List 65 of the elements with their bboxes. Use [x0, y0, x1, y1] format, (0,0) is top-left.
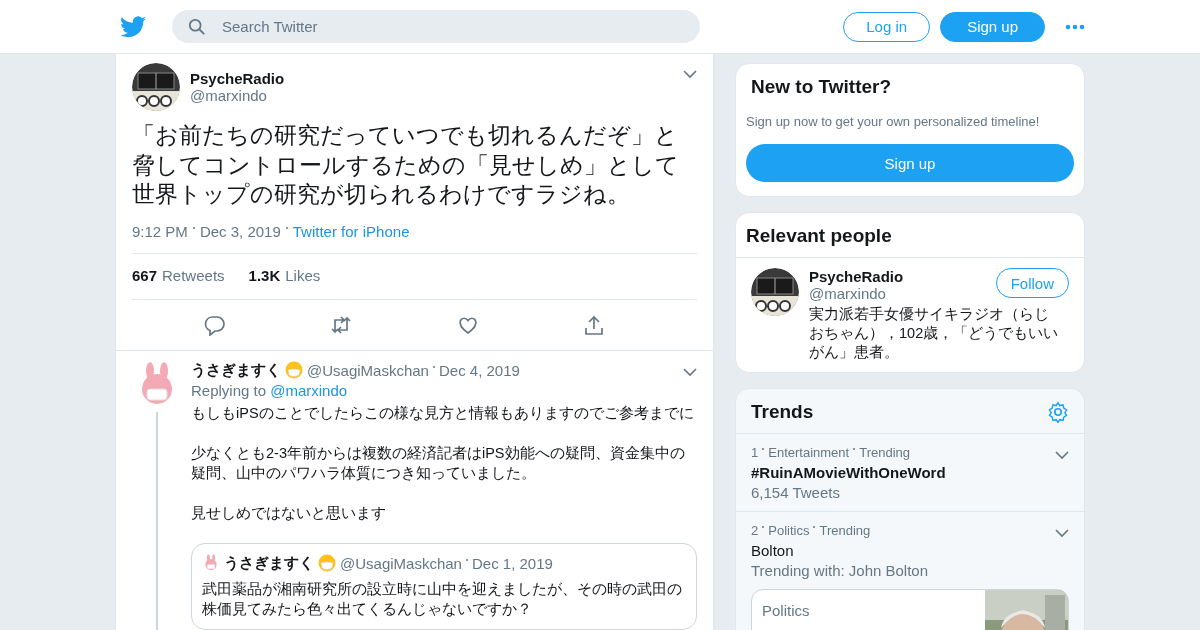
user-handle[interactable]: @marxindo: [190, 87, 683, 104]
log-in-button[interactable]: Log in: [843, 11, 931, 42]
stat-count: 1.3K: [248, 266, 281, 284]
user-handle[interactable]: @marxindo: [809, 285, 904, 302]
trend-status: Trending: [819, 522, 871, 538]
trend-rank: 1: [751, 444, 759, 460]
stat-label: Likes: [285, 266, 321, 284]
trend-detail: Trending with: John Bolton: [751, 562, 930, 579]
tweet-date: Dec 1, 2019: [471, 554, 553, 572]
share-icon[interactable]: [582, 313, 605, 336]
user-name[interactable]: PsycheRadio: [809, 268, 904, 285]
user-handle[interactable]: @UsagiMaskchan: [307, 361, 429, 379]
avatar: [132, 63, 180, 111]
source-link[interactable]: Twitter for iPhone: [292, 222, 410, 240]
sign-up-button[interactable]: Sign up: [746, 144, 1074, 182]
reply-text: 少なくとも2-3年前からは複数の経済記者はiPS効能への疑問、資金集中の疑問、山中のパワハラ体質につき知っていました。: [191, 443, 686, 483]
retweet-icon[interactable]: [330, 313, 353, 336]
replying-label: Replying to: [191, 381, 268, 399]
mask-emoji-icon: [285, 361, 303, 379]
trend-rank: 2: [751, 522, 759, 538]
card-title: Trends: [751, 401, 814, 423]
mention-link[interactable]: @marxindo: [270, 381, 348, 399]
reply-text: もしもiPSのことでしたらこの様な見方と情報もありますのでご参考までに: [191, 403, 695, 423]
trend-detail: 6,154 Tweets: [751, 484, 841, 501]
user-handle: @UsagiMaskchan: [340, 554, 462, 572]
more-icon[interactable]: [1065, 23, 1085, 30]
chevron-down-icon[interactable]: [683, 69, 697, 79]
user-name: うさぎますく: [224, 553, 314, 573]
search-icon: [188, 18, 206, 36]
avatar: [751, 268, 799, 316]
trend-category: Entertainment: [768, 444, 850, 460]
stat-count: 667: [132, 266, 158, 284]
news-category: Politics: [761, 601, 811, 621]
tweet-time: 9:12 PM: [132, 222, 188, 240]
mask-emoji-icon: [318, 554, 336, 572]
trend-status: Trending: [859, 444, 910, 460]
trend-item[interactable]: 2 Politics Trending Bolton Trending with: John Bolton Politics: [736, 512, 1084, 630]
chevron-down-icon[interactable]: [1055, 528, 1069, 538]
stat-label: Retweets: [162, 266, 225, 284]
tweet-date: Dec 4, 2019: [438, 361, 520, 379]
quoted-text: 武田薬品が湘南研究所の設立時に山中を迎えましたが、その時の武田の株価見てみたら色々出てくるんじゃないですか？: [202, 578, 683, 619]
quoted-tweet-card[interactable]: うさぎますく @UsagiMaskchan Dec 1, 2019 武田薬品が湘南研究所の設立時に山中を迎えましたが、その時の武田の株価見てみたら色々出てくるんじゃないですか？: [191, 542, 697, 630]
trend-name: Bolton: [751, 542, 795, 559]
trend-category: Politics: [768, 522, 810, 538]
reply-icon[interactable]: [204, 313, 227, 336]
follow-button[interactable]: Follow: [995, 268, 1069, 298]
user-bio: 実力派若手女優サイキラジオ（らじおちゃん），102歳，「どうでもいいがん」患者。: [809, 305, 1059, 362]
search-field[interactable]: Search Twitter: [172, 10, 700, 43]
bird-logo-icon[interactable]: [120, 15, 146, 38]
tweet-text: 「お前たちの研究だっていつでも切れるんだぞ」と脅してコントロールするための「見せしめ」として世界トップの研究が切られるわけですラジね。: [132, 122, 680, 209]
trend-news-card[interactable]: Politics: [751, 589, 1069, 630]
sign-up-button[interactable]: Sign up: [940, 11, 1045, 42]
bunny-avatar: [202, 554, 220, 572]
chevron-down-icon[interactable]: [1055, 450, 1069, 460]
user-name[interactable]: PsycheRadio: [190, 70, 683, 87]
card-title: New to Twitter?: [751, 76, 893, 98]
trend-item[interactable]: 1 Entertainment Trending #RuinAMovieWithOneWord 6,154 Tweets: [736, 434, 1084, 512]
settings-icon[interactable]: [1047, 401, 1069, 423]
trend-name: #RuinAMovieWithOneWord: [751, 464, 947, 481]
chevron-down-icon[interactable]: [683, 366, 697, 377]
tweet-date: Dec 3, 2019: [199, 222, 281, 240]
card-title: Relevant people: [736, 213, 1084, 258]
user-name[interactable]: うさぎますく: [191, 360, 281, 380]
card-text: Sign up now to get your own personalized timeline!: [746, 114, 1041, 129]
reply-text: 見せしめではないと思います: [191, 503, 387, 523]
